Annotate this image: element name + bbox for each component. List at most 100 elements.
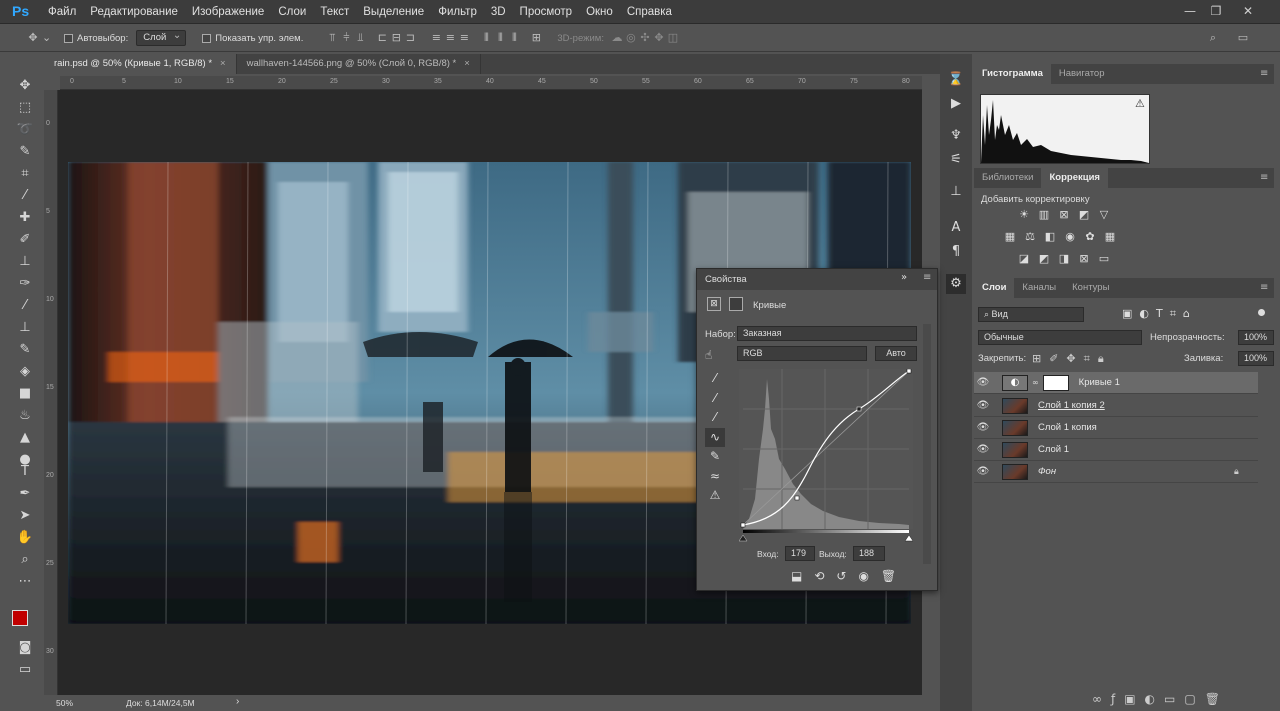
channel-mixer-icon[interactable]: ✿	[1083, 231, 1097, 243]
layer-row-copy2[interactable]: 👁︎ Слой 1 копия 2	[974, 395, 1258, 417]
screen-mode-icon[interactable]: ▭	[14, 660, 36, 680]
3d-roll-icon[interactable]: ◎	[624, 31, 638, 45]
collapse-icon[interactable]: »	[901, 272, 907, 283]
properties-icon[interactable]: ⚙	[946, 274, 966, 294]
color-lookup-icon[interactable]: ▦	[1103, 231, 1117, 243]
black-eyedropper-icon[interactable]: ⁄	[705, 369, 725, 389]
gradient-tool-icon[interactable]: ■	[14, 384, 36, 404]
hand-tool-icon[interactable]: ✋	[14, 528, 36, 548]
brush-presets-icon[interactable]: ♆	[946, 126, 966, 146]
fill-input[interactable]: 100%	[1238, 351, 1274, 366]
input-value-field[interactable]: 179	[785, 546, 815, 561]
3d-slide-icon[interactable]: ✥	[652, 31, 666, 45]
preset-dropdown[interactable]: Заказная	[737, 326, 917, 341]
pencil-draw-icon[interactable]: ✎	[705, 447, 725, 467]
menu-filter[interactable]: Фильтр	[438, 6, 477, 18]
visibility-eye-icon[interactable]: 👁︎	[974, 444, 992, 455]
menu-window[interactable]: Окно	[586, 6, 613, 18]
blend-mode-dropdown[interactable]: Обычные	[978, 330, 1142, 345]
align-top-icon[interactable]: ⫪	[325, 31, 339, 45]
move-tool-icon[interactable]: ✥	[14, 76, 36, 96]
menu-layers[interactable]: Слои	[278, 6, 306, 18]
actions-play-icon[interactable]: ▶	[946, 94, 966, 114]
more-tools-icon[interactable]: ⋯	[14, 572, 36, 592]
panel-menu-icon[interactable]: ≡	[923, 272, 931, 283]
align-right-icon[interactable]: ⊐	[403, 31, 417, 45]
tab-channels[interactable]: Каналы	[1014, 278, 1064, 298]
visibility-eye-icon[interactable]: 👁︎	[974, 422, 992, 433]
search-icon[interactable]: ⌕	[1206, 31, 1220, 45]
blur-tool-icon[interactable]: ♨	[14, 406, 36, 426]
clone-source-icon[interactable]: ⊥	[946, 182, 966, 202]
quick-select-tool-icon[interactable]: ✎	[14, 142, 36, 162]
brush-settings-icon[interactable]: ⚟	[946, 150, 966, 170]
color-balance-icon[interactable]: ⚖	[1023, 231, 1037, 243]
white-eyedropper-icon[interactable]: ⁄	[705, 408, 725, 428]
tab-wallhaven[interactable]: wallhaven-144566.png @ 50% (Слой 0, RGB/…	[236, 54, 481, 74]
restore-button[interactable]: ❐	[1206, 2, 1226, 20]
minimize-button[interactable]: —	[1180, 2, 1200, 20]
panel-menu-icon[interactable]: ≡	[1260, 282, 1268, 293]
show-transform-checkbox[interactable]	[202, 33, 212, 43]
distribute-top-icon[interactable]: ≡	[429, 31, 443, 45]
character-icon[interactable]: A	[946, 218, 966, 238]
clipping-warning-icon[interactable]: ⚠	[705, 486, 725, 506]
zoom-level[interactable]: 50%	[56, 698, 73, 708]
lock-icons[interactable]: ⊞✐✥⌗🔒︎	[1032, 352, 1112, 366]
brush-tool-icon[interactable]: ✐	[14, 230, 36, 250]
exposure-icon[interactable]: ◩	[1077, 209, 1091, 221]
vibrance-icon[interactable]: ▽	[1097, 209, 1111, 221]
gray-eyedropper-icon[interactable]: ⁄	[705, 389, 725, 409]
type-tool-icon[interactable]: T	[14, 462, 36, 482]
lasso-tool-icon[interactable]: ➰	[14, 120, 36, 140]
align-bottom-icon[interactable]: ⫫	[353, 31, 367, 45]
brightness-icon[interactable]: ☀	[1017, 209, 1031, 221]
properties-header[interactable]: Свойства » ≡	[697, 269, 937, 290]
layer-row-background[interactable]: 👁︎ Фон 🔒︎	[974, 461, 1258, 483]
layer-filter-icons[interactable]: ▣◐T⌗⌂	[1122, 307, 1197, 321]
layer-mask-thumbnail[interactable]	[1042, 374, 1069, 391]
opacity-input[interactable]: 100%	[1238, 330, 1274, 345]
on-image-adjust-icon[interactable]: ☝	[705, 348, 712, 362]
panel-menu-icon[interactable]: ≡	[1260, 172, 1268, 183]
art-history-icon[interactable]: ✎	[14, 340, 36, 360]
stamp-tool-icon[interactable]: ⊥	[14, 252, 36, 272]
foreground-color-swatch[interactable]	[12, 610, 28, 626]
output-value-field[interactable]: 188	[853, 546, 885, 561]
close-tab-icon[interactable]: ×	[220, 58, 226, 69]
gradient-map-icon[interactable]: ⊠	[1077, 253, 1091, 265]
quick-mask-icon[interactable]: ◙	[14, 638, 36, 658]
eyedropper-tool-icon[interactable]: ⁄	[14, 186, 36, 206]
healing-brush-icon[interactable]: ✚	[14, 208, 36, 228]
sharpen-tool-icon[interactable]: ▲	[14, 428, 36, 448]
3d-scale-icon[interactable]: ◫	[666, 31, 680, 45]
pen-tool-icon[interactable]: ✒	[14, 484, 36, 504]
threshold-icon[interactable]: ◨	[1057, 253, 1071, 265]
tab-libraries[interactable]: Библиотеки	[974, 168, 1041, 188]
menu-edit[interactable]: Редактирование	[90, 6, 178, 18]
layer-filter-dropdown[interactable]: ⌕ Вид	[978, 307, 1084, 322]
properties-scrollbar[interactable]	[923, 324, 931, 564]
crop-tool-icon[interactable]: ⌗	[14, 164, 36, 184]
layer-row-curves[interactable]: 👁︎ ◐ ∞ Кривые 1	[974, 372, 1258, 394]
distribute-left-icon[interactable]: ⦀	[479, 31, 493, 45]
3d-rotate-icon[interactable]: ☁	[610, 31, 624, 45]
hue-saturation-icon[interactable]: ▦	[1003, 231, 1017, 243]
distribute-hcenter-icon[interactable]: ⦀	[493, 31, 507, 45]
link-icon[interactable]: ∞	[1032, 378, 1039, 387]
menu-select[interactable]: Выделение	[363, 6, 424, 18]
align-vcenter-icon[interactable]: ⫩	[339, 31, 353, 45]
close-tab-icon[interactable]: ×	[464, 58, 470, 69]
invert-icon[interactable]: ◪	[1017, 253, 1031, 265]
history-brush-icon[interactable]: ✑	[14, 274, 36, 294]
layer-row-copy[interactable]: 👁︎ Слой 1 копия	[974, 417, 1258, 439]
filter-toggle-icon[interactable]	[1258, 309, 1265, 316]
history-icon[interactable]: ⌛	[946, 70, 966, 90]
tab-navigator[interactable]: Навигатор	[1051, 64, 1113, 84]
marquee-tool-icon[interactable]: ⬚	[14, 98, 36, 118]
channel-dropdown[interactable]: RGB	[737, 346, 867, 361]
smooth-curve-icon[interactable]: ≈	[705, 467, 725, 487]
tab-adjustments[interactable]: Коррекция	[1041, 168, 1108, 188]
cache-warning-icon[interactable]: ⚠	[1135, 97, 1145, 110]
align-left-icon[interactable]: ⊏	[375, 31, 389, 45]
